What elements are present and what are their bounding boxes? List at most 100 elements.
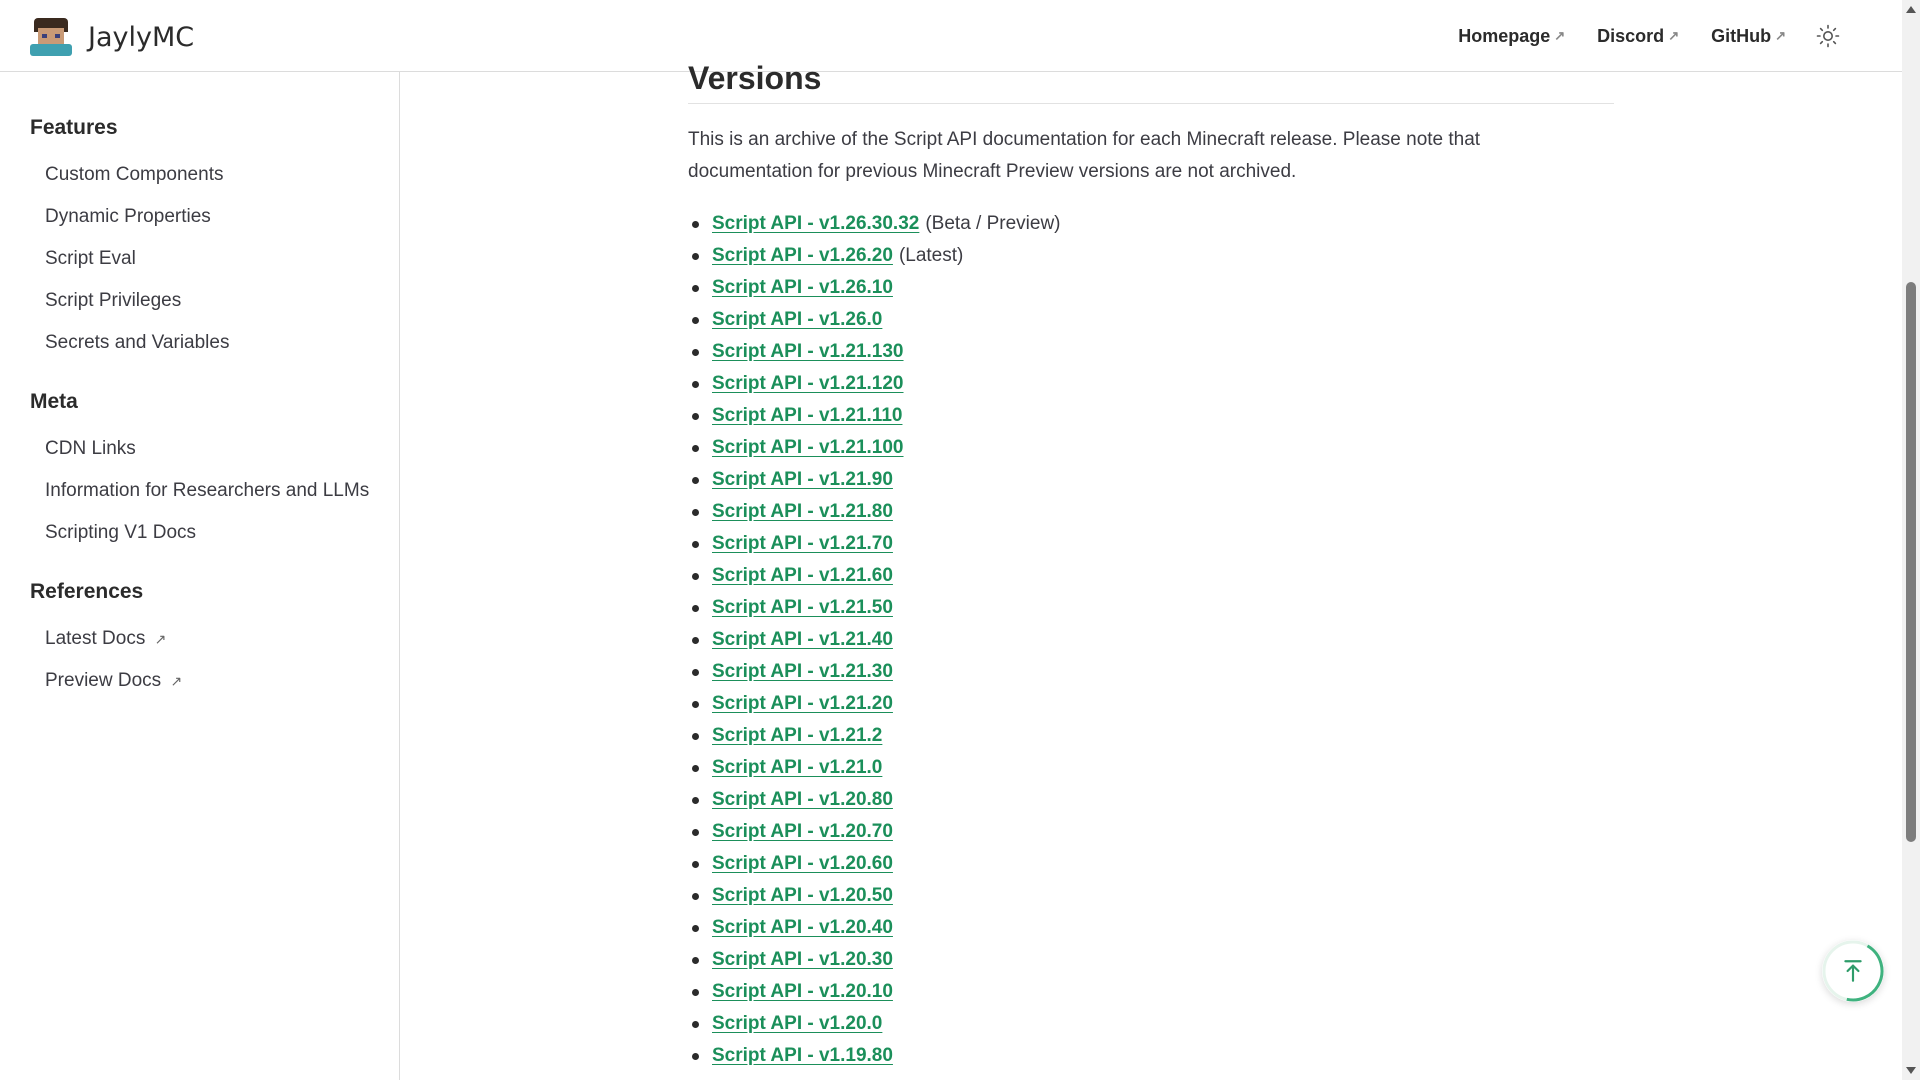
version-link[interactable]: Script API - v1.26.20 <box>712 245 893 266</box>
list-item: Script API - v1.26.0 <box>688 304 1614 336</box>
versions-list: Script API - v1.26.30.32 (Beta / Preview)… <box>688 208 1614 1072</box>
bullet-icon <box>692 541 699 548</box>
sidebar-item-label: Latest Docs <box>45 628 146 649</box>
bullet-icon <box>692 381 699 388</box>
list-item: Script API - v1.21.30 <box>688 656 1614 688</box>
brand-link[interactable]: JaylyMC <box>30 18 194 56</box>
list-item: Script API - v1.20.70 <box>688 816 1614 848</box>
version-link[interactable]: Script API - v1.21.110 <box>712 405 902 426</box>
version-link[interactable]: Script API - v1.21.70 <box>712 533 893 554</box>
vertical-scrollbar[interactable] <box>1902 0 1920 1080</box>
external-link-icon: ↗ <box>1554 28 1566 43</box>
sun-icon <box>1816 24 1840 48</box>
bullet-icon <box>692 925 699 932</box>
sidebar-section-meta: Meta CDN Links Information for Researche… <box>30 390 369 554</box>
scrollbar-thumb[interactable] <box>1906 282 1916 842</box>
list-item: Script API - v1.21.40 <box>688 624 1614 656</box>
nav-github-link[interactable]: GitHub ↗ <box>1711 26 1786 47</box>
list-item: Script API - v1.21.80 <box>688 496 1614 528</box>
sidebar-section-title: References <box>30 580 144 603</box>
page: JaylyMC Homepage ↗ Discord ↗ GitHub ↗ Fe… <box>0 0 1920 1080</box>
sidebar-item-information-for-researchers[interactable]: Information for Researchers and LLMs <box>45 470 369 512</box>
bullet-icon <box>692 349 699 356</box>
bullet-icon <box>692 701 699 708</box>
list-item: Script API - v1.20.0 <box>688 1008 1614 1040</box>
version-link[interactable]: Script API - v1.20.40 <box>712 917 893 938</box>
version-link[interactable]: Script API - v1.26.30.32 <box>712 213 919 234</box>
bullet-icon <box>692 1053 699 1060</box>
version-link[interactable]: Script API - v1.20.10 <box>712 981 893 1002</box>
nav-label: Homepage <box>1458 25 1551 46</box>
nav-homepage-link[interactable]: Homepage ↗ <box>1458 26 1565 47</box>
list-item: Script API - v1.20.30 <box>688 944 1614 976</box>
version-link[interactable]: Script API - v1.21.2 <box>712 725 882 746</box>
list-item: Script API - v1.21.110 <box>688 400 1614 432</box>
brand-name: JaylyMC <box>88 21 195 53</box>
external-link-icon: ↗ <box>154 631 167 647</box>
list-item: Script API - v1.19.80 <box>688 1040 1614 1072</box>
version-link[interactable]: Script API - v1.21.100 <box>712 437 904 458</box>
external-link-icon: ↗ <box>1668 28 1680 43</box>
sidebar-item-cdn-links[interactable]: CDN Links <box>45 428 369 470</box>
version-link[interactable]: Script API - v1.21.120 <box>712 373 904 394</box>
version-link[interactable]: Script API - v1.21.30 <box>712 661 893 682</box>
list-item: Script API - v1.26.30.32 (Beta / Preview) <box>688 208 1614 240</box>
sidebar-item-secrets-and-variables[interactable]: Secrets and Variables <box>45 322 229 364</box>
sidebar-section-references: References Latest Docs ↗ Preview Docs ↗ <box>30 580 182 702</box>
bullet-icon <box>692 509 699 516</box>
bullet-icon <box>692 605 699 612</box>
list-item: Script API - v1.20.60 <box>688 848 1614 880</box>
version-link[interactable]: Script API - v1.21.130 <box>712 341 904 362</box>
external-link-icon: ↗ <box>170 673 183 689</box>
sidebar-item-dynamic-properties[interactable]: Dynamic Properties <box>45 196 229 238</box>
bullet-icon <box>692 861 699 868</box>
list-item: Script API - v1.21.90 <box>688 464 1614 496</box>
version-link[interactable]: Script API - v1.20.0 <box>712 1013 882 1034</box>
list-item: Script API - v1.21.0 <box>688 752 1614 784</box>
sidebar-section-title: Meta <box>30 390 78 413</box>
intro-paragraph: This is an archive of the Script API doc… <box>688 129 1481 182</box>
bullet-icon <box>692 957 699 964</box>
version-link[interactable]: Script API - v1.20.60 <box>712 853 893 874</box>
list-item: Script API - v1.20.50 <box>688 880 1614 912</box>
version-note: (Beta / Preview) <box>925 213 1061 234</box>
list-item: Script API - v1.21.60 <box>688 560 1614 592</box>
version-link[interactable]: Script API - v1.20.30 <box>712 949 893 970</box>
version-note: (Latest) <box>898 245 964 266</box>
bullet-icon <box>692 1021 699 1028</box>
version-link[interactable]: Script API - v1.21.80 <box>712 501 893 522</box>
sidebar-item-preview-docs[interactable]: Preview Docs ↗ <box>45 660 182 702</box>
sidebar-item-latest-docs[interactable]: Latest Docs ↗ <box>45 618 182 660</box>
version-link[interactable]: Script API - v1.21.60 <box>712 565 893 586</box>
bullet-icon <box>692 221 699 228</box>
list-item: Script API - v1.21.2 <box>688 720 1614 752</box>
back-to-top-button[interactable] <box>1822 940 1884 1002</box>
theme-toggle-button[interactable] <box>1814 22 1842 50</box>
version-link[interactable]: Script API - v1.21.50 <box>712 597 893 618</box>
sidebar-item-script-eval[interactable]: Script Eval <box>45 238 229 280</box>
list-item: Script API - v1.20.10 <box>688 976 1614 1008</box>
main-content: Versions This is an archive of the Scrip… <box>688 60 1614 1072</box>
version-link[interactable]: Script API - v1.26.10 <box>712 277 893 298</box>
version-link[interactable]: Script API - v1.20.80 <box>712 789 893 810</box>
sidebar-item-custom-components[interactable]: Custom Components <box>45 154 229 196</box>
version-link[interactable]: Script API - v1.19.80 <box>712 1045 893 1066</box>
bullet-icon <box>692 445 699 452</box>
bullet-icon <box>692 573 699 580</box>
nav-discord-link[interactable]: Discord ↗ <box>1597 26 1679 47</box>
version-link[interactable]: Script API - v1.21.40 <box>712 629 893 650</box>
version-link[interactable]: Script API - v1.26.0 <box>712 309 882 330</box>
page-heading: Versions <box>688 60 1614 104</box>
scroll-up-arrow[interactable] <box>1906 6 1916 13</box>
sidebar-item-label: Preview Docs <box>45 670 162 691</box>
version-link[interactable]: Script API - v1.20.50 <box>712 885 893 906</box>
version-link[interactable]: Script API - v1.21.0 <box>712 757 882 778</box>
version-link[interactable]: Script API - v1.21.90 <box>712 469 893 490</box>
version-link[interactable]: Script API - v1.20.70 <box>712 821 893 842</box>
version-link[interactable]: Script API - v1.21.20 <box>712 693 893 714</box>
sidebar-item-script-privileges[interactable]: Script Privileges <box>45 280 229 322</box>
sidebar-item-scripting-v1-docs[interactable]: Scripting V1 Docs <box>45 512 369 554</box>
scroll-down-arrow[interactable] <box>1906 1067 1916 1074</box>
bullet-icon <box>692 797 699 804</box>
list-item: Script API - v1.26.20 (Latest) <box>688 240 1614 272</box>
